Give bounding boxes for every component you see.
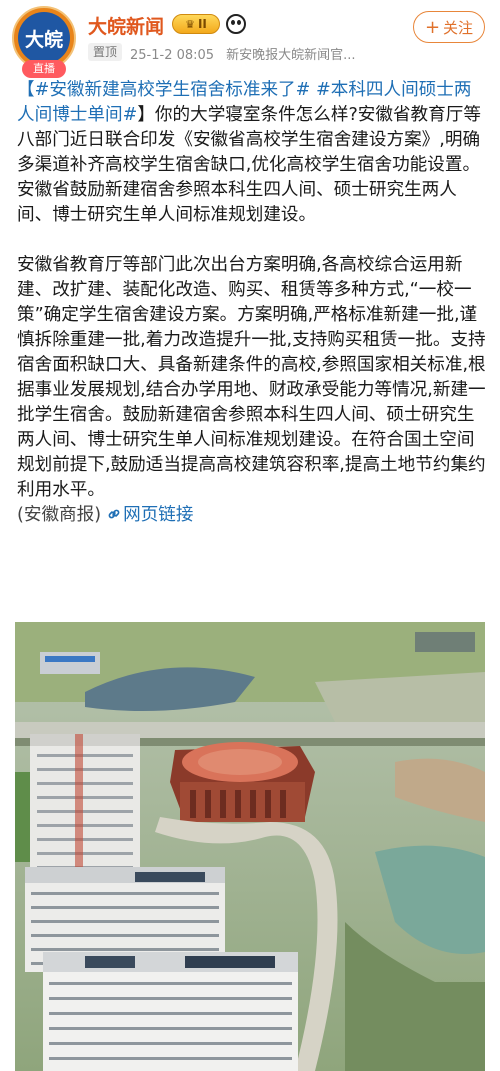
link-icon <box>108 509 120 519</box>
hashtag-link[interactable]: 【#安徽新建高校学生宿舍标准来了# <box>17 80 310 100</box>
post-header: 大皖 直播 大皖新闻 ♛ II 置顶 25-1-2 08:05 新安晚报大皖新闻官… <box>0 0 500 80</box>
follow-button[interactable]: + 关注 <box>413 11 485 43</box>
web-link[interactable]: 网页链接 <box>101 505 194 525</box>
web-link-label: 网页链接 <box>123 505 194 525</box>
avatar-logo-text: 大皖 <box>18 12 70 64</box>
vip-level-badge[interactable]: ♛ II <box>172 14 220 34</box>
live-badge[interactable]: 直播 <box>22 60 66 78</box>
post-body: 【#安徽新建高校学生宿舍标准来了# #本科四人间硕士两人间博士单间#】你的大学寝… <box>17 78 487 528</box>
post-meta: 25-1-2 08:05 新安晚报大皖新闻官... <box>130 44 355 63</box>
pinned-tag: 置顶 <box>88 43 123 61</box>
post-paragraph-2: 安徽省教育厅等部门此次出台方案明确,各高校综合运用新建、改扩建、装配化改造、购买… <box>17 255 486 500</box>
source-note: (安徽商报) <box>17 505 102 525</box>
source-line: (安徽商报) 网页链接 <box>17 503 487 528</box>
account-name[interactable]: 大皖新闻 <box>88 12 164 39</box>
campus-aerial-photo[interactable] <box>15 622 485 1071</box>
crown-icon: ♛ <box>185 17 195 31</box>
aerial-illustration <box>15 622 485 1071</box>
vip-level-text: II <box>197 17 207 31</box>
account-avatar[interactable]: 大皖 直播 <box>12 6 76 78</box>
panda-icon[interactable] <box>226 14 246 34</box>
post-timestamp: 25-1-2 08:05 <box>130 48 215 63</box>
plus-icon: + <box>424 16 441 38</box>
follow-label: 关注 <box>443 18 474 37</box>
post-paragraph-1: 【#安徽新建高校学生宿舍标准来了# #本科四人间硕士两人间博士单间#】你的大学寝… <box>17 78 487 228</box>
post-source: 新安晚报大皖新闻官... <box>226 48 356 63</box>
